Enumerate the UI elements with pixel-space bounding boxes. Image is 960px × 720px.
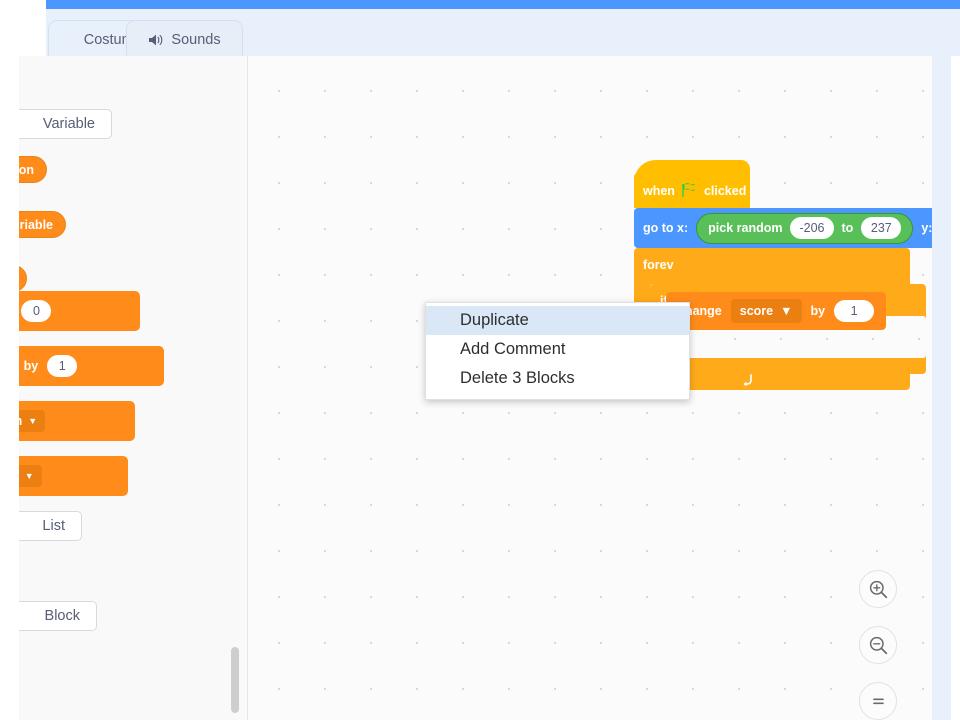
go-to-xy-block[interactable]: go to x: pick random -206 to 237 y: pick… [634, 208, 932, 248]
reporter-label: riable [19, 217, 53, 232]
zoom-in-icon [869, 580, 887, 598]
pick-random-label: pick random [708, 221, 783, 235]
pick-random-x-from-input[interactable]: -206 [790, 217, 834, 239]
app-menu-bar [46, 0, 960, 9]
forever-label: forev [643, 258, 674, 272]
scratch-editor-window: Costumes Sounds Variable on riable 0 by … [0, 0, 960, 720]
make-a-block-label: Block [44, 608, 80, 624]
change-variable-block[interactable]: rection ▼ by 1 [0, 346, 164, 386]
when-label: when [643, 183, 675, 198]
clicked-label: clicked [703, 183, 747, 198]
score-variable-dropdown[interactable]: score ▼ [730, 299, 802, 323]
chevron-down-icon: ▼ [28, 415, 38, 426]
editor-body: Variable on riable ion ▼ to 0 [0, 56, 960, 720]
speaker-icon [148, 33, 164, 47]
editor-tab-strip: Costumes Sounds [46, 9, 960, 58]
zoom-reset-icon [872, 697, 884, 704]
set-value-input[interactable]: 0 [21, 300, 52, 322]
tab-sounds[interactable]: Sounds [126, 20, 243, 58]
change-amount-input[interactable]: 1 [834, 300, 875, 322]
when-flag-clicked-block[interactable]: when clicked [634, 160, 750, 208]
menu-item-duplicate[interactable]: Duplicate [426, 306, 689, 335]
change-by-label: by [23, 359, 39, 373]
change-score-block[interactable]: change score ▼ by 1 [666, 292, 887, 330]
menu-item-duplicate-label: Duplicate [460, 311, 529, 329]
go-to-y-label: y: [921, 221, 932, 235]
pick-random-to-label: to [841, 221, 854, 235]
go-to-x-label: go to x: [643, 221, 689, 235]
menu-item-add-comment[interactable]: Add Comment [426, 335, 689, 364]
palette-scrollbar[interactable] [231, 647, 239, 713]
show-variable-block[interactable]: le direction ▼ [0, 401, 135, 441]
score-variable-label: score [739, 304, 774, 318]
set-variable-block[interactable]: ion ▼ to 0 [0, 291, 140, 331]
palette-left-margin [0, 56, 19, 720]
menu-item-add-comment-label: Add Comment [460, 340, 566, 358]
zoom-in-button[interactable] [859, 570, 897, 608]
topbar-left-gap [0, 0, 46, 9]
zoom-reset-button[interactable] [859, 682, 897, 720]
block-context-menu[interactable]: Duplicate Add Comment Delete 3 Blocks [425, 302, 690, 400]
pick-random-x-block[interactable]: pick random -206 to 237 [696, 212, 914, 244]
if-foot [650, 358, 926, 374]
zoom-out-button[interactable] [859, 626, 897, 664]
make-a-variable-label: Variable [42, 116, 95, 132]
green-flag-icon [682, 183, 696, 197]
hide-variable-block[interactable]: e direction ▼ [0, 456, 128, 496]
right-white-margin [951, 56, 960, 720]
menu-item-delete-blocks-label: Delete 3 Blocks [460, 369, 575, 387]
menu-item-delete-blocks[interactable]: Delete 3 Blocks [426, 364, 689, 393]
tab-sounds-label: Sounds [171, 31, 221, 48]
by-label: by [810, 304, 826, 318]
chevron-down-icon: ▼ [24, 470, 34, 481]
zoom-out-icon [869, 636, 887, 654]
block-palette[interactable]: Variable on riable ion ▼ to 0 [0, 56, 248, 720]
change-value-input[interactable]: 1 [47, 355, 78, 377]
chevron-down-icon: ▼ [780, 303, 793, 318]
reporter-label: on [18, 162, 34, 177]
make-a-list-label: List [42, 518, 65, 534]
pick-random-x-to-input[interactable]: 237 [861, 217, 902, 239]
loop-arrow-icon [743, 374, 752, 387]
